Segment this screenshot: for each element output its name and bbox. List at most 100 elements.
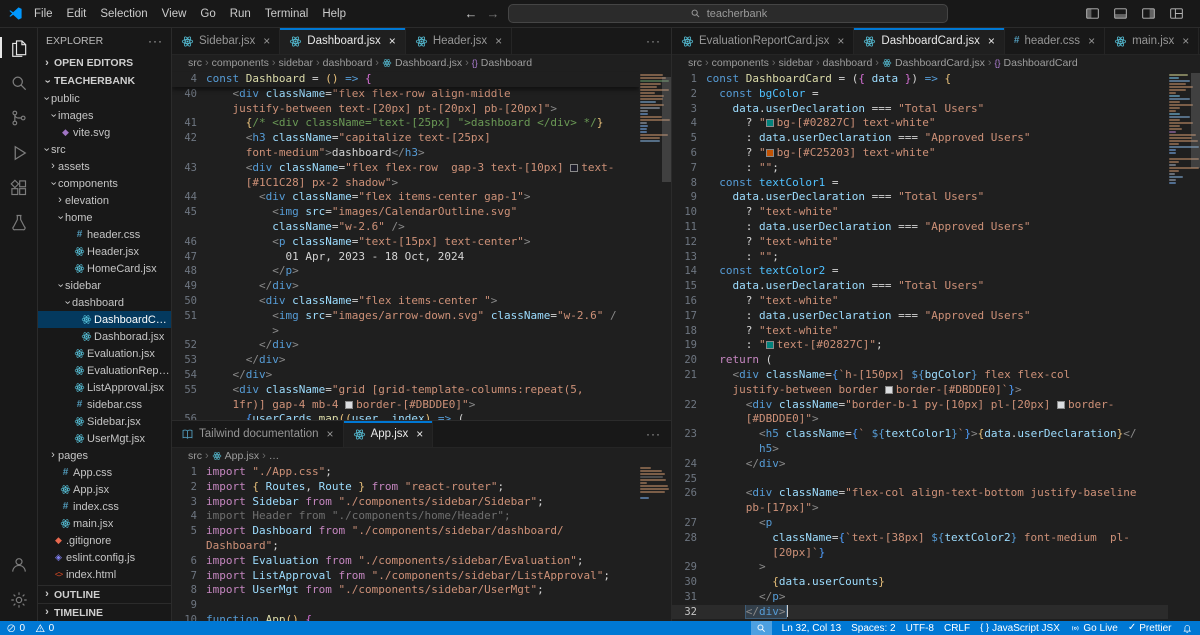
layout-icon[interactable] — [1169, 6, 1184, 21]
tree-item-listapproval.jsx[interactable]: ListApproval.jsx — [38, 379, 171, 396]
breadcrumb-item[interactable]: {} Dashboard — [472, 57, 532, 69]
panel-left-icon[interactable] — [1085, 6, 1100, 21]
tree-item-src[interactable]: › src — [38, 141, 171, 158]
tree-item-public[interactable]: › public — [38, 90, 171, 107]
breadcrumb-item[interactable]: … — [269, 450, 280, 462]
right-editor[interactable]: 1 const DashboardCard = ({ data }) => {2 … — [672, 71, 1168, 621]
tab-tailwind-documentation[interactable]: Tailwind documentation × — [172, 421, 344, 447]
panel-right-icon[interactable] — [1141, 6, 1156, 21]
activity-source-control[interactable] — [0, 100, 38, 135]
menu-terminal[interactable]: Terminal — [258, 6, 315, 22]
section-outline[interactable]: › OUTLINE — [38, 585, 171, 603]
breadcrumb-item[interactable]: sidebar — [279, 57, 313, 69]
menu-view[interactable]: View — [155, 6, 194, 22]
close-icon[interactable]: × — [988, 34, 995, 48]
tab-dashboardcard.jsx[interactable]: DashboardCard.jsx × — [854, 28, 1005, 54]
close-icon[interactable]: × — [416, 427, 423, 441]
tree-item-components[interactable]: › components — [38, 175, 171, 192]
tab-main.jsx[interactable]: main.jsx × — [1105, 28, 1200, 54]
status-notifications[interactable] — [1182, 621, 1193, 635]
tree-item-usermgt.jsx[interactable]: UserMgt.jsx — [38, 430, 171, 447]
bottom-editor[interactable]: 1 import "./App.css"; 2 import { Routes, Ro… — [172, 464, 639, 621]
close-icon[interactable]: × — [327, 427, 334, 441]
activity-settings[interactable] — [0, 582, 38, 617]
section-timeline[interactable]: › TIMELINE — [38, 603, 171, 621]
status-language-mode[interactable]: { } JavaScript JSX — [980, 621, 1060, 635]
menu-file[interactable]: File — [27, 6, 60, 22]
more-icon[interactable]: ··· — [646, 428, 661, 440]
menu-go[interactable]: Go — [193, 6, 222, 22]
breadcrumb-item[interactable]: dashboard — [323, 57, 373, 69]
left-scrollbar[interactable] — [662, 77, 671, 182]
close-icon[interactable]: × — [837, 34, 844, 48]
status-prettier[interactable]: ✓ Prettier — [1128, 621, 1172, 635]
breadcrumb-item[interactable]: src — [188, 450, 202, 462]
bottom-minimap[interactable] — [639, 464, 671, 621]
status-eol[interactable]: CRLF — [944, 621, 970, 635]
tree-item-vite.svg[interactable]: ◆ vite.svg — [38, 124, 171, 141]
tree-item-app.jsx[interactable]: App.jsx — [38, 481, 171, 498]
tree-item-home[interactable]: › home — [38, 209, 171, 226]
status-go-live[interactable]: Go Live — [1070, 621, 1118, 635]
tree-item-main.jsx[interactable]: main.jsx — [38, 515, 171, 532]
activity-testing[interactable] — [0, 205, 38, 240]
tab-app.jsx[interactable]: App.jsx × — [343, 421, 434, 447]
tree-item-sidebar.css[interactable]: # sidebar.css — [38, 396, 171, 413]
activity-search[interactable] — [0, 65, 38, 100]
close-icon[interactable]: × — [495, 34, 502, 48]
open-editors-section[interactable]: › OPEN EDITORS — [38, 54, 171, 72]
menu-edit[interactable]: Edit — [60, 6, 94, 22]
tree-item-sidebar[interactable]: › sidebar — [38, 277, 171, 294]
close-icon[interactable]: × — [1088, 34, 1095, 48]
tree-item-assets[interactable]: › assets — [38, 158, 171, 175]
nav-forward-icon[interactable]: → — [486, 6, 499, 21]
tree-item-index.css[interactable]: # index.css — [38, 498, 171, 515]
status-zoom-indicator[interactable] — [751, 621, 772, 635]
nav-back-icon[interactable]: ← — [464, 6, 477, 21]
menu-help[interactable]: Help — [315, 6, 353, 22]
breadcrumb-item[interactable]: dashboard — [823, 57, 873, 69]
breadcrumb-item[interactable]: App.jsx — [212, 450, 259, 462]
tree-item-homecard.jsx[interactable]: HomeCard.jsx — [38, 260, 171, 277]
breadcrumb-item[interactable]: sidebar — [779, 57, 813, 69]
breadcrumb-item[interactable]: components — [212, 57, 269, 69]
more-actions-icon[interactable]: ··· — [148, 35, 163, 47]
tree-item-dashboard[interactable]: › dashboard — [38, 294, 171, 311]
tree-item-sidebar.jsx[interactable]: Sidebar.jsx — [38, 413, 171, 430]
activity-run-debug[interactable] — [0, 135, 38, 170]
close-icon[interactable]: × — [1182, 34, 1189, 48]
menu-selection[interactable]: Selection — [93, 6, 154, 22]
tree-item-dashborad.jsx[interactable]: Dashborad.jsx — [38, 328, 171, 345]
tree-item-evaluation.jsx[interactable]: Evaluation.jsx — [38, 345, 171, 362]
tree-item-eslint.config.js[interactable]: ◈ eslint.config.js — [38, 549, 171, 566]
tree-item-index.html[interactable]: <> index.html — [38, 566, 171, 583]
tree-item-app.css[interactable]: # App.css — [38, 464, 171, 481]
status-indentation[interactable]: Spaces: 2 — [851, 621, 895, 635]
left-editor[interactable]: 4 const Dashboard = () => {40 <div classN… — [172, 71, 639, 420]
breadcrumb-item[interactable]: DashboardCard.jsx — [882, 57, 985, 69]
activity-extensions[interactable] — [0, 170, 38, 205]
activity-accounts[interactable] — [0, 547, 38, 582]
menu-run[interactable]: Run — [223, 6, 258, 22]
breadcrumb-item[interactable]: Dashboard.jsx — [382, 57, 462, 69]
panel-bottom-icon[interactable] — [1113, 6, 1128, 21]
more-icon[interactable]: ··· — [646, 35, 661, 47]
tab-header.css[interactable]: # header.css × — [1004, 28, 1106, 54]
workspace-root[interactable]: › TEACHERBANK — [38, 72, 171, 90]
status-cursor-position[interactable]: Ln 32, Col 13 — [782, 621, 842, 635]
tree-item-dashboardcard....[interactable]: DashboardCard.... — [38, 311, 171, 328]
breadcrumb-item[interactable]: src — [188, 57, 202, 69]
tab-sidebar.jsx[interactable]: Sidebar.jsx × — [172, 28, 281, 54]
tab-header.jsx[interactable]: Header.jsx × — [405, 28, 513, 54]
breadcrumb-item[interactable]: src — [688, 57, 702, 69]
tab-evaluationreportcard.jsx[interactable]: EvaluationReportCard.jsx × — [672, 28, 855, 54]
tree-item-evaluationreport...[interactable]: EvaluationReport... — [38, 362, 171, 379]
tree-item-.gitignore[interactable]: ◆ .gitignore — [38, 532, 171, 549]
status-problems-warnings[interactable]: 0 — [35, 621, 54, 635]
right-scrollbar[interactable] — [1191, 73, 1200, 168]
close-icon[interactable]: × — [389, 34, 396, 48]
status-problems-errors[interactable]: 0 — [6, 621, 25, 635]
tree-item-header.jsx[interactable]: Header.jsx — [38, 243, 171, 260]
activity-explorer[interactable] — [0, 30, 38, 65]
tree-item-images[interactable]: › images — [38, 107, 171, 124]
